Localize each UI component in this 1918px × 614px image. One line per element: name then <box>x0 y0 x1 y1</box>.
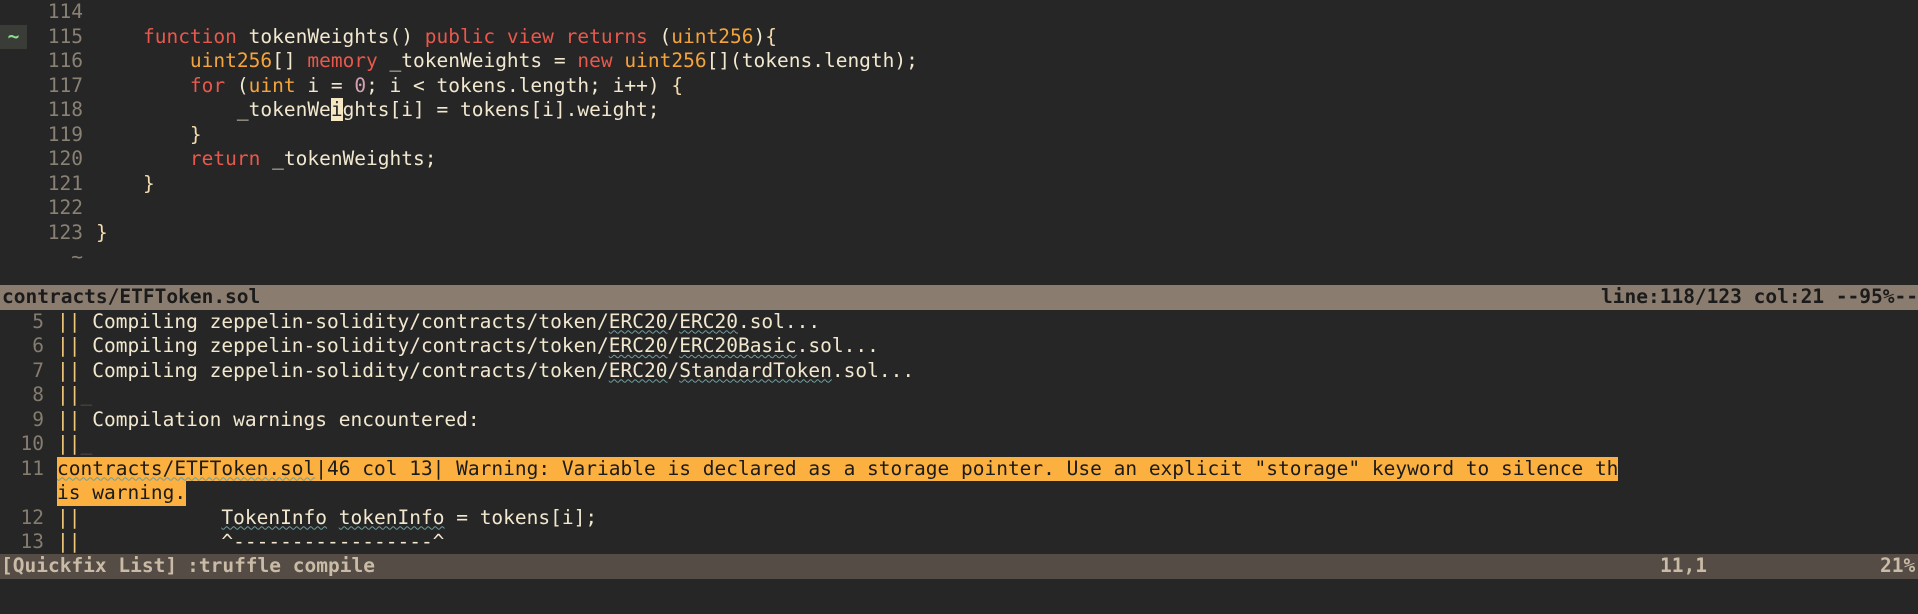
editor-line[interactable]: 114 <box>0 0 1918 25</box>
sign-column <box>0 123 27 148</box>
quickfix-line-number: 11 <box>20 456 44 480</box>
sign-column <box>0 172 27 197</box>
quickfix-line-number: 13 <box>20 530 44 553</box>
line-number: 115 <box>47 24 83 48</box>
editor-line[interactable]: 121 } <box>0 172 1918 197</box>
line-number: 119 <box>47 122 83 146</box>
cursor-position: 11,1 <box>1660 554 1707 577</box>
quickfix-warning-file[interactable]: contracts/ETFToken.sol <box>57 457 315 480</box>
editor-line-text: for (uint i = 0; i < tokens.length; i++)… <box>189 73 684 97</box>
quickfix-row-selected-wrap[interactable]: is warning. <box>0 481 1918 506</box>
scroll-percent: 21% <box>1880 554 1916 577</box>
line-number: 123 <box>47 220 83 244</box>
editor-line-text: _tokenWeights[i] = tokens[i].weight; <box>96 98 660 121</box>
quickfix-warning-location: |46 col 13| <box>315 456 445 480</box>
quickfix-row-selected[interactable]: 11 contracts/ETFToken.sol|46 col 13| War… <box>0 456 1918 481</box>
editor-line-text: } <box>142 171 155 195</box>
text-cursor: i <box>330 98 343 121</box>
quickfix-line-number: 12 <box>20 505 44 529</box>
quickfix-bars: || <box>57 383 81 406</box>
status-filename: contracts/ETFToken.sol <box>2 285 261 308</box>
quickfix-line-number: 9 <box>32 407 44 431</box>
quickfix-warning-wrap: is warning. <box>57 481 187 506</box>
quickfix-bars: || <box>57 309 81 333</box>
editor-pane[interactable]: 114 ~ 115 function tokenWeights() public… <box>0 0 1918 285</box>
quickfix-row[interactable]: 9 || Compilation warnings encountered: <box>0 408 1918 433</box>
editor-line[interactable]: 119 } <box>0 123 1918 148</box>
editor-line-cursor[interactable]: 118 _tokenWeights[i] = tokens[i].weight; <box>0 98 1918 123</box>
quickfix-row[interactable]: 6 || Compiling zeppelin-solidity/contrac… <box>0 334 1918 359</box>
editor-status-line: contracts/ETFToken.sol line:118/123 col:… <box>0 285 1918 310</box>
editor-line[interactable]: 117 for (uint i = 0; i < tokens.length; … <box>0 74 1918 99</box>
quickfix-bars: || <box>57 505 81 529</box>
sign-column <box>0 49 27 74</box>
quickfix-text: Compilation warnings encountered: <box>80 407 480 431</box>
quickfix-line-number: 5 <box>32 309 44 333</box>
sign-column <box>0 74 27 99</box>
quickfix-bars: || <box>57 530 81 553</box>
quickfix-line-number: 10 <box>20 432 44 455</box>
line-number: 118 <box>47 98 83 121</box>
status-cursor-info: line:118/123 col:21 --95%-- <box>1601 285 1918 308</box>
quickfix-line-number: 8 <box>32 383 44 406</box>
quickfix-row[interactable]: 8 || _ <box>0 383 1918 408</box>
editor-line-text: uint256[] memory _tokenWeights = new uin… <box>189 49 918 72</box>
editor-line-text: } <box>96 220 108 244</box>
line-number: 121 <box>47 171 83 195</box>
editor-line[interactable]: 116 uint256[] memory _tokenWeights = new… <box>0 49 1918 74</box>
editor-line-text: function tokenWeights() public view retu… <box>142 24 777 48</box>
line-number: 114 <box>47 0 83 23</box>
quickfix-line-number: 7 <box>32 358 44 382</box>
quickfix-row[interactable]: 5 || Compiling zeppelin-solidity/contrac… <box>0 310 1918 335</box>
trailing-whitespace-marker: _ <box>80 432 93 455</box>
sign-column <box>0 221 27 246</box>
quickfix-text: TokenInfo tokenInfo = tokens[i]; <box>221 505 598 529</box>
sign-column <box>0 98 27 123</box>
tilde-marker: ~ <box>71 245 83 268</box>
sign-column <box>0 196 27 221</box>
line-number: 122 <box>47 196 83 219</box>
quickfix-row[interactable]: 12 || TokenInfo tokenInfo = tokens[i]; <box>0 506 1918 531</box>
line-number: 117 <box>47 73 83 97</box>
quickfix-text: Compiling zeppelin-solidity/contracts/to… <box>80 309 821 333</box>
command-line[interactable] <box>0 578 1918 614</box>
quickfix-row[interactable]: 7 || Compiling zeppelin-solidity/contrac… <box>0 359 1918 384</box>
quickfix-text: ^-----------------^ <box>80 530 445 553</box>
editor-line[interactable]: 120 return _tokenWeights; <box>0 147 1918 172</box>
git-change-sign-icon: ~ <box>0 24 27 49</box>
quickfix-pane[interactable]: 5 || Compiling zeppelin-solidity/contrac… <box>0 309 1918 555</box>
vim-terminal-window: 114 ~ 115 function tokenWeights() public… <box>0 0 1918 614</box>
quickfix-bars: || <box>57 407 81 431</box>
editor-line-text: } <box>189 122 202 146</box>
quickfix-status-line: [Quickfix List] :truffle compile 11,1 21… <box>0 554 1918 579</box>
quickfix-bars: || <box>57 334 81 357</box>
quickfix-text: Compiling zeppelin-solidity/contracts/to… <box>80 334 879 357</box>
line-number: 120 <box>47 147 83 170</box>
buffer-name: [Quickfix List] <box>1 554 178 577</box>
sign-column <box>0 0 27 25</box>
quickfix-bars: || <box>57 358 81 382</box>
editor-line[interactable]: 123 } <box>0 221 1918 246</box>
editor-empty-line-filler: ~ <box>0 245 1918 270</box>
quickfix-bars: || <box>57 432 81 455</box>
buffer-command: :truffle compile <box>187 554 375 577</box>
editor-line[interactable]: ~ 115 function tokenWeights() public vie… <box>0 24 1918 49</box>
quickfix-warning-band[interactable]: contracts/ETFToken.sol|46 col 13| Warnin… <box>57 456 1619 481</box>
quickfix-row[interactable]: 10 || _ <box>0 432 1918 457</box>
sign-column <box>0 147 27 172</box>
editor-line[interactable]: 122 <box>0 196 1918 221</box>
quickfix-warning-message: Warning: Variable is declared as a stora… <box>444 456 1619 480</box>
quickfix-row[interactable]: 13 || ^-----------------^ <box>0 530 1918 555</box>
line-number: 116 <box>47 49 83 72</box>
trailing-whitespace-marker: _ <box>80 383 93 406</box>
editor-line-text: return _tokenWeights; <box>189 147 437 170</box>
quickfix-text: Compiling zeppelin-solidity/contracts/to… <box>80 358 915 382</box>
quickfix-line-number: 6 <box>32 334 44 357</box>
